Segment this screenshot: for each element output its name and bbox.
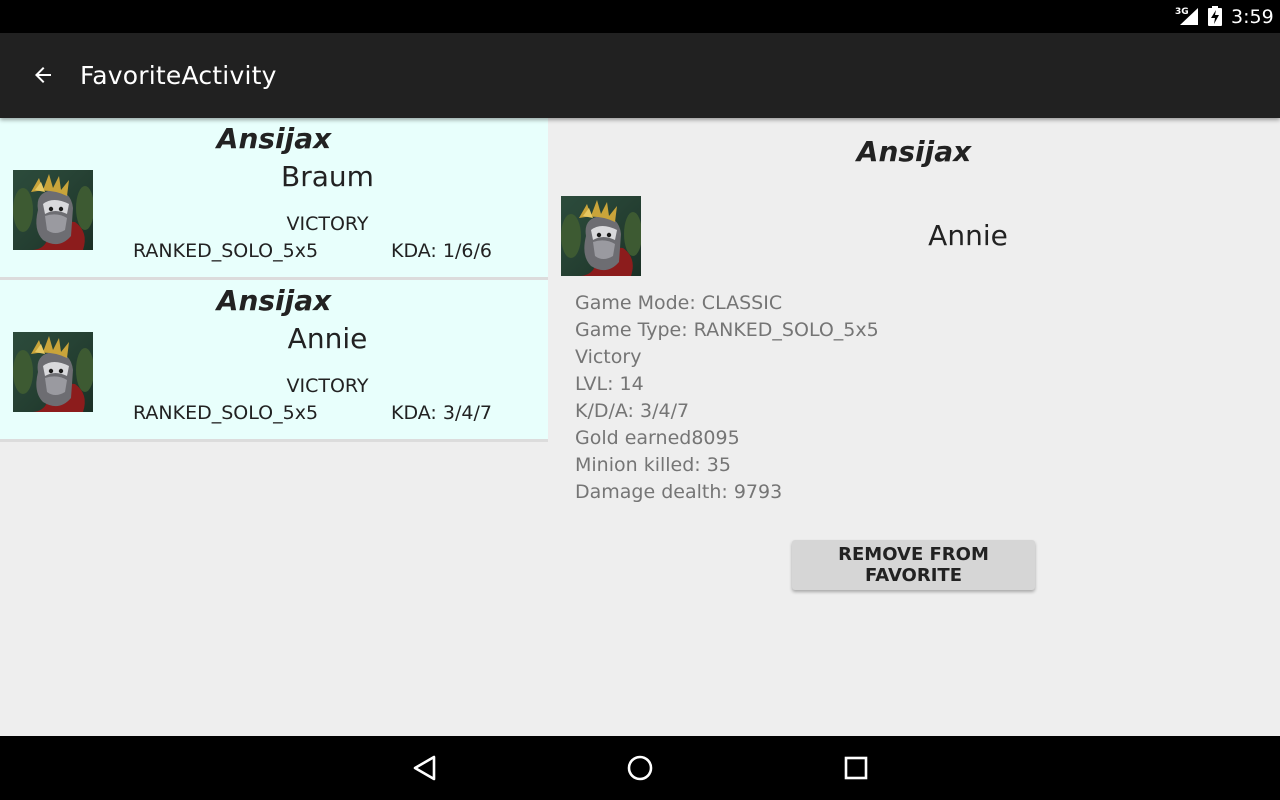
system-nav-bar	[0, 736, 1280, 800]
status-clock: 3:59	[1231, 6, 1274, 28]
favorite-match-list: Ansijax Braum VICTORY RANKED_SOLO_5x5 KD…	[0, 118, 548, 442]
champion-name: Braum	[281, 160, 374, 193]
queue-type: RANKED_SOLO_5x5	[133, 240, 319, 262]
champion-portrait	[13, 332, 93, 412]
remove-from-favorite-button[interactable]: REMOVE FROM FAVORITE	[792, 540, 1035, 590]
recents-square-icon	[844, 756, 868, 780]
match-stats-list: Game Mode: CLASSIC Game Type: RANKED_SOL…	[575, 290, 879, 506]
arrow-back-icon	[35, 67, 51, 83]
favorite-match-card[interactable]: Ansijax Braum VICTORY RANKED_SOLO_5x5 KD…	[0, 118, 548, 280]
favorite-match-card[interactable]: Ansijax Annie VICTORY RANKED_SOLO_5x5 KD…	[0, 280, 548, 442]
champion-name: Annie	[287, 322, 368, 355]
stat-minions-killed: Minion killed: 35	[575, 454, 731, 476]
back-triangle-icon	[413, 755, 436, 781]
stat-damage-dealt: Damage dealth: 9793	[575, 481, 783, 503]
queue-type: RANKED_SOLO_5x5	[133, 402, 319, 424]
app-toolbar: FavoriteActivity	[0, 33, 1280, 118]
battery-charging-icon	[1208, 6, 1222, 26]
stat-game-mode: Game Mode: CLASSIC	[575, 292, 783, 314]
nav-home-button[interactable]	[610, 748, 670, 788]
stat-kda: K/D/A: 3/4/7	[575, 400, 690, 422]
match-result: VICTORY	[286, 375, 369, 397]
match-result: VICTORY	[286, 213, 369, 235]
kda-value: KDA: 3/4/7	[391, 402, 492, 424]
stat-gold-earned: Gold earned8095	[575, 427, 740, 449]
home-circle-icon	[627, 755, 653, 781]
back-button[interactable]	[22, 54, 64, 96]
summoner-name: Ansijax	[216, 122, 332, 155]
main-content: Ansijax Braum VICTORY RANKED_SOLO_5x5 KD…	[0, 118, 1280, 736]
page-title: FavoriteActivity	[80, 61, 277, 90]
stat-level: LVL: 14	[575, 373, 644, 395]
detail-champion-name: Annie	[928, 219, 1008, 252]
stat-game-type: Game Type: RANKED_SOLO_5x5	[575, 319, 879, 341]
detail-summoner-name: Ansijax	[856, 135, 972, 168]
nav-recents-button[interactable]	[826, 748, 886, 788]
summoner-name: Ansijax	[216, 284, 332, 317]
match-detail-panel: Ansijax Annie Game Mode: CLASSIC Game Ty…	[548, 118, 1280, 736]
nav-back-button[interactable]	[395, 748, 455, 788]
stat-result: Victory	[575, 346, 642, 368]
kda-value: KDA: 1/6/6	[391, 240, 492, 262]
status-bar: 3G 3:59	[0, 0, 1280, 33]
champion-portrait	[13, 170, 93, 250]
signal-icon	[1180, 8, 1198, 25]
detail-champion-portrait	[561, 196, 641, 276]
